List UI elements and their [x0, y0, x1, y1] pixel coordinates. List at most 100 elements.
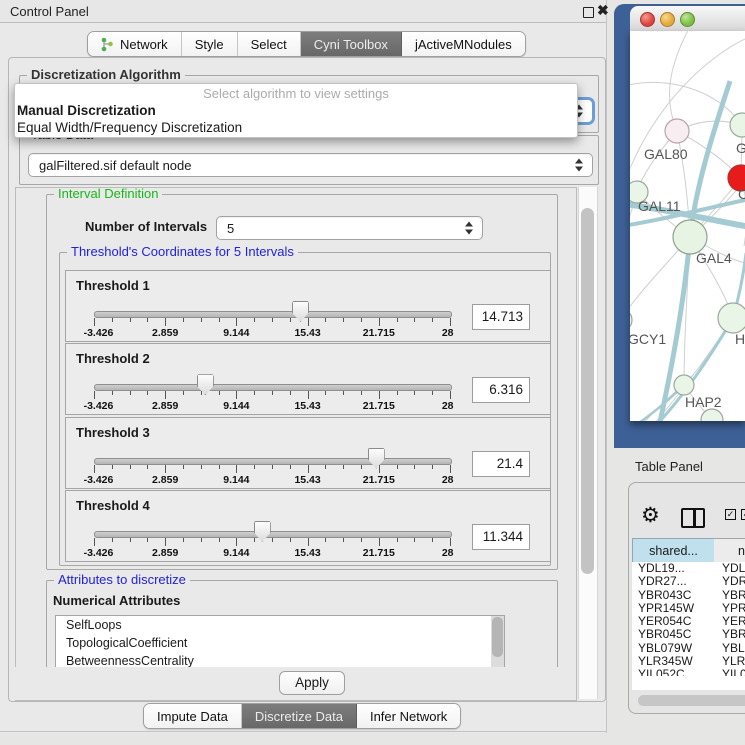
close-traffic-light[interactable]	[640, 12, 655, 27]
tab-cyni-toolbox[interactable]: Cyni Toolbox	[301, 32, 402, 56]
node-label: GAL80	[644, 146, 688, 162]
application-window: Control Panel ✖ Network Style SelectCyni T…	[0, 0, 745, 745]
table-hscrollbar[interactable]	[632, 695, 745, 707]
threshold-label: Threshold 1	[76, 278, 150, 293]
zoom-traffic-light[interactable]	[680, 12, 695, 27]
panel-title: Control Panel	[10, 4, 89, 19]
threshold-value-field[interactable]: 6.316	[472, 377, 530, 403]
network-node[interactable]	[630, 309, 632, 331]
network-node[interactable]	[665, 119, 689, 143]
attributes-list[interactable]: SelfLoopsTopologicalCoefficientBetweenne…	[55, 615, 505, 673]
tab-impute-data[interactable]: Impute Data	[144, 704, 242, 728]
shared-name-cell: YBL079W	[632, 642, 714, 655]
name-cell: YDR2	[714, 575, 745, 588]
name-cell: YPR1	[714, 602, 745, 615]
slider-scale-labels: -3.4262.8599.14415.4321.71528	[94, 547, 450, 559]
slider-track[interactable]	[94, 531, 452, 538]
node-label: GCY1	[630, 331, 666, 347]
table-row[interactable]: YBL079WYBL0	[632, 642, 745, 655]
table-row[interactable]: YBR043CYBR0	[632, 589, 745, 602]
slider-ticks	[94, 391, 450, 400]
slider-scale-labels: -3.4262.8599.14415.4321.71528	[94, 327, 450, 339]
name-cell: YER0	[714, 615, 745, 628]
table-data-value: galFiltered.sif default node	[39, 158, 191, 173]
column-header-name[interactable]: n	[714, 538, 745, 564]
algorithm-placeholder: Select algorithm to view settings	[15, 84, 577, 102]
shared-name-cell: YDL19...	[632, 562, 714, 575]
attribute-list-item[interactable]: SelfLoops	[56, 616, 504, 634]
number-of-intervals-value: 5	[227, 221, 234, 236]
network-node[interactable]	[674, 375, 694, 395]
apply-button[interactable]: Apply	[279, 671, 345, 695]
attribute-list-item[interactable]: TopologicalCoefficient	[56, 634, 504, 652]
network-window-titlebar[interactable]	[630, 6, 745, 32]
interval-definition-group: Interval Definition Number of Intervals …	[46, 194, 558, 570]
minimize-traffic-light[interactable]	[660, 12, 675, 27]
number-of-intervals-combobox[interactable]: 5	[216, 216, 483, 240]
network-view-window: GAL80GACGAL11GAL4GCY1HHAP2	[614, 4, 745, 448]
table-hscrollbar-thumb[interactable]	[638, 695, 745, 706]
tab-jactivemnodules[interactable]: jActiveMNodules	[402, 32, 525, 56]
network-canvas[interactable]: GAL80GACGAL11GAL4GCY1HHAP2	[630, 31, 745, 421]
algorithm-option[interactable]: Equal Width/Frequency Discretization	[15, 119, 577, 136]
shared-name-cell: YER054C	[632, 615, 714, 628]
node-label: GAL4	[696, 250, 732, 266]
threshold-label: Threshold 3	[76, 425, 150, 440]
table-data-group: Table Data galFiltered.sif default node	[19, 135, 599, 185]
discretization-algorithm-title: Discretization Algorithm	[27, 67, 185, 82]
checkbox-icon[interactable]: ✓	[725, 509, 736, 520]
table-row[interactable]: YPR145WYPR1	[632, 602, 745, 615]
tab-label: Network	[120, 37, 168, 52]
close-icon[interactable]: ✖	[597, 2, 609, 19]
tab-style[interactable]: Style	[182, 32, 238, 56]
threshold-value-field[interactable]: 14.713	[472, 304, 530, 330]
threshold-label: Threshold 4	[76, 498, 150, 513]
panel-scrollbar-thumb[interactable]	[581, 208, 594, 574]
tab-label: Impute Data	[157, 709, 228, 724]
checkbox-icon[interactable]: ✓	[741, 509, 745, 520]
threshold-item: Threshold 3-3.4262.8599.14415.4321.71528…	[65, 417, 551, 489]
threshold-value-field[interactable]: 11.344	[472, 524, 530, 550]
panel-scrollbar-track[interactable]	[578, 187, 598, 699]
threshold-value-field[interactable]: 21.4	[472, 451, 530, 477]
name-cell: YDL1	[714, 562, 745, 575]
network-node[interactable]	[673, 220, 707, 254]
top-tab-strip: Network Style SelectCyni Toolbox jActiveMNo…	[87, 31, 526, 57]
table-row[interactable]: YIL052CYIL0	[632, 668, 745, 676]
tab-infer-network[interactable]: Infer Network	[357, 704, 460, 728]
tab-select[interactable]: Select	[238, 32, 301, 56]
slider-ticks	[94, 538, 450, 547]
table-data-combobox[interactable]: galFiltered.sif default node	[28, 153, 593, 177]
tab-label: Style	[195, 37, 224, 52]
name-cell: YBR0	[714, 628, 745, 641]
attributes-list-scrollbar[interactable]	[491, 616, 504, 672]
gear-icon[interactable]: ⚙	[641, 503, 660, 528]
slider-track[interactable]	[94, 458, 452, 465]
network-node[interactable]	[718, 303, 745, 333]
name-cell: YLR3	[714, 655, 745, 668]
tab-network[interactable]: Network	[88, 32, 182, 56]
numerical-attributes-label: Numerical Attributes	[53, 593, 180, 608]
table-panel-title: Table Panel	[635, 459, 703, 474]
column-header-shared-name[interactable]: shared...	[632, 538, 715, 564]
float-window-icon[interactable]	[583, 7, 594, 18]
table-row[interactable]: YBR045CYBR0	[632, 628, 745, 641]
tab-label: jActiveMNodules	[415, 37, 512, 52]
algorithm-option[interactable]: Manual Discretization	[15, 102, 577, 119]
slider-track[interactable]	[94, 384, 452, 391]
node-label: H	[735, 331, 745, 347]
algorithm-dropdown-popup: Select algorithm to view settings Manual…	[14, 83, 578, 138]
shared-name-cell: YBR043C	[632, 589, 714, 602]
network-node[interactable]	[730, 113, 745, 137]
threshold-item: Threshold 1 -3.4262.8599.14415.4321.71528…	[65, 270, 551, 342]
slider-track[interactable]	[94, 311, 452, 318]
table-row[interactable]: YLR345WYLR3	[632, 655, 745, 668]
table-row[interactable]: YER054CYER0	[632, 615, 745, 628]
split-columns-icon[interactable]	[681, 508, 705, 528]
table-row[interactable]: YDR27...YDR2	[632, 575, 745, 588]
apply-strip: Apply	[10, 667, 576, 700]
table-row[interactable]: YDL19...YDL1	[632, 562, 745, 575]
threshold-item: Threshold 4 -3.4262.8599.14415.4321.71528…	[65, 490, 551, 562]
thresholds-group-title: Threshold's Coordinates for 5 Intervals	[67, 244, 298, 259]
tab-discretize-data[interactable]: Discretize Data	[242, 704, 357, 728]
